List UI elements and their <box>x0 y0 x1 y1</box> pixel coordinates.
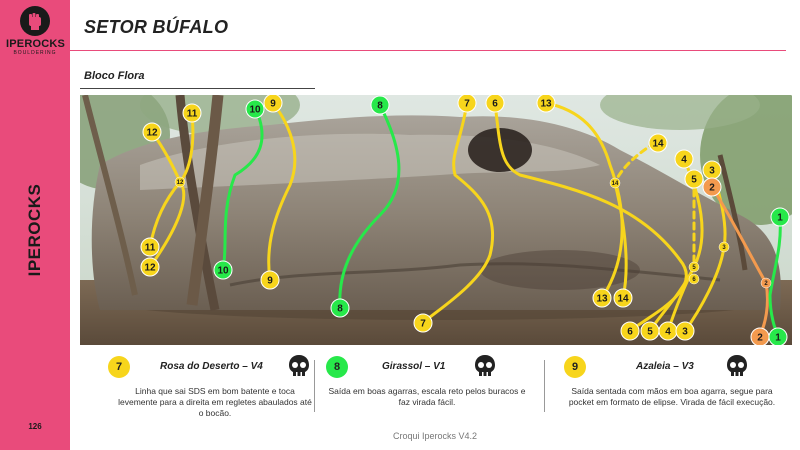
vertical-brand-text: IPEROCKS <box>25 183 44 277</box>
title-divider <box>70 50 786 51</box>
page-number: 126 <box>28 422 42 431</box>
route-marker-2: 2 <box>750 327 770 345</box>
route-marker-13: 13 <box>536 95 556 113</box>
route-marker-5: 5 <box>684 169 704 189</box>
route-marker-14: 14 <box>613 288 633 308</box>
route-marker-6: 6 <box>620 321 640 341</box>
route-marker-1: 1 <box>768 327 788 345</box>
route-marker-1: 1 <box>770 207 790 227</box>
route-marker-4: 4 <box>674 149 694 169</box>
route-marker-8: 8 <box>330 298 350 318</box>
svg-text:3: 3 <box>682 327 688 338</box>
subtitle-divider <box>80 88 315 89</box>
route-marker-9: 9 <box>263 95 283 113</box>
svg-text:14: 14 <box>617 294 629 305</box>
svg-text:10: 10 <box>249 105 261 116</box>
svg-text:11: 11 <box>187 109 198 120</box>
fist-icon <box>20 6 50 36</box>
sidebar: IPEROCKS BOULDERING IPEROCKS 126 <box>0 0 70 450</box>
route-number-badge: 7 <box>108 356 130 378</box>
svg-text:1: 1 <box>777 213 783 224</box>
route-marker-2: 2 <box>760 277 772 289</box>
skull-icon <box>726 354 748 378</box>
route-marker-12: 12 <box>142 122 162 142</box>
route-marker-12: 12 <box>174 176 186 188</box>
svg-text:13: 13 <box>540 99 552 110</box>
route-marker-4: 4 <box>658 321 678 341</box>
svg-text:14: 14 <box>612 181 619 187</box>
svg-text:5: 5 <box>691 175 697 186</box>
route-marker-14: 14 <box>648 133 668 153</box>
svg-text:3: 3 <box>709 166 715 177</box>
route-marker-12: 12 <box>140 257 160 277</box>
route-number-badge: 9 <box>564 356 586 378</box>
route-info-8: 8 Girassol – V1 Saída em boas agarras, e… <box>326 352 536 422</box>
route-marker-5: 5 <box>640 321 660 341</box>
svg-text:11: 11 <box>145 243 156 254</box>
svg-text:4: 4 <box>665 327 671 338</box>
route-marker-6: 6 <box>688 273 700 285</box>
route-marker-8: 8 <box>370 95 390 115</box>
info-divider <box>314 360 315 412</box>
route-info-9: 9 Azaleia – V3 Saída sentada com mãos em… <box>564 352 784 422</box>
skull-icon <box>474 354 496 378</box>
svg-text:9: 9 <box>270 99 276 110</box>
footer-credit: Croqui Iperocks V4.2 <box>392 431 478 441</box>
skull-icon <box>288 354 310 378</box>
route-marker-3: 3 <box>702 160 722 180</box>
svg-text:9: 9 <box>267 276 273 287</box>
svg-text:14: 14 <box>652 139 664 150</box>
svg-text:7: 7 <box>464 99 470 110</box>
svg-text:8: 8 <box>377 101 383 112</box>
route-marker-13: 13 <box>592 288 612 308</box>
svg-text:6: 6 <box>627 327 633 338</box>
svg-text:13: 13 <box>596 294 608 305</box>
route-marker-3: 3 <box>718 241 730 253</box>
svg-text:7: 7 <box>420 319 426 330</box>
svg-text:1: 1 <box>775 333 781 344</box>
route-description: Linha que sai SDS em bom batente e toca … <box>118 386 312 419</box>
brand-logo: IPEROCKS BOULDERING <box>6 4 66 70</box>
route-marker-14: 14 <box>609 177 621 189</box>
logo-name: IPEROCKS <box>6 38 66 50</box>
svg-text:12: 12 <box>146 128 158 139</box>
route-description: Saída em boas agarras, escala reto pelos… <box>328 386 526 408</box>
route-name: Rosa do Deserto – V4 <box>160 361 263 372</box>
route-info-7: 7 Rosa do Deserto – V4 Linha que sai SDS… <box>108 352 318 422</box>
svg-text:2: 2 <box>757 333 763 344</box>
route-marker-2: 2 <box>702 177 722 197</box>
block-subtitle: Bloco Flora <box>84 70 145 82</box>
route-marker-7: 7 <box>413 313 433 333</box>
route-name: Azaleia – V3 <box>636 361 694 372</box>
topo-diagram: 8810109911111212776613131414445533221112… <box>80 95 792 345</box>
route-name: Girassol – V1 <box>382 361 446 372</box>
page-title: SETOR BÚFALO <box>84 17 229 37</box>
svg-text:5: 5 <box>647 327 653 338</box>
route-marker-11: 11 <box>182 103 202 123</box>
route-marker-6: 6 <box>485 95 505 113</box>
route-description: Saída sentada com mãos em boa agarra, se… <box>568 386 776 408</box>
svg-text:12: 12 <box>144 263 156 274</box>
logo-subtitle: BOULDERING <box>13 50 57 56</box>
route-marker-5: 5 <box>688 261 700 273</box>
route-marker-10: 10 <box>245 99 265 119</box>
svg-text:4: 4 <box>681 155 687 166</box>
route-marker-3: 3 <box>675 321 695 341</box>
svg-text:10: 10 <box>217 266 229 277</box>
svg-text:6: 6 <box>492 99 498 110</box>
route-marker-11: 11 <box>140 237 160 257</box>
vertical-brand: IPEROCKS <box>0 160 70 300</box>
info-divider <box>544 360 545 412</box>
svg-text:8: 8 <box>337 304 343 315</box>
route-marker-10: 10 <box>213 260 233 280</box>
route-marker-9: 9 <box>260 270 280 290</box>
route-number-badge: 8 <box>326 356 348 378</box>
svg-text:12: 12 <box>177 180 184 186</box>
svg-text:2: 2 <box>709 183 715 194</box>
boulder-photo: 8 8 10 10 9 9 11 11 12 12 7 7 6 6 13 13 14 14 4 4 5 5 3 3 2 2 1 1 12… <box>80 95 792 345</box>
route-marker-7: 7 <box>457 95 477 113</box>
